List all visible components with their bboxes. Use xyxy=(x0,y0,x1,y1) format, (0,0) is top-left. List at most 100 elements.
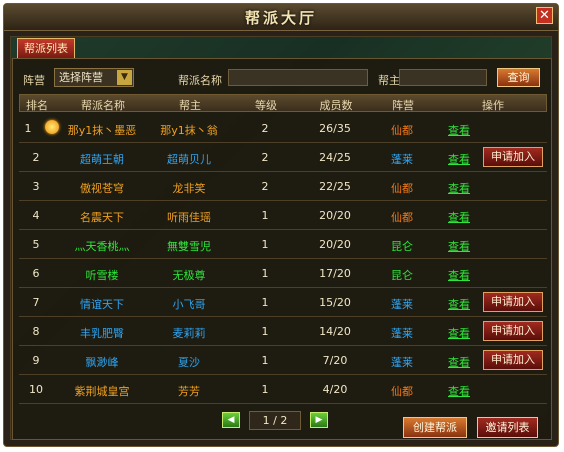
create-guild-button[interactable]: 创建帮派 xyxy=(403,417,467,438)
header-members: 成员数 xyxy=(319,99,353,112)
guild-name-cell: 丰乳肥臀 xyxy=(80,327,124,340)
apply-join-button[interactable]: 申请加入 xyxy=(483,350,543,370)
page-indicator: 1 / 2 xyxy=(249,411,301,430)
header-rank: 排名 xyxy=(26,99,48,112)
table-row: 5 灬天香桃灬 無雙雪児 1 20/20 昆仑 查看 xyxy=(19,230,547,259)
guild-name-cell: 听雪楼 xyxy=(85,269,119,282)
rank-cell: 9 xyxy=(32,354,40,367)
prev-page-button[interactable]: ◀ xyxy=(222,412,240,428)
table-row: 7 情谊天下 小飞哥 1 15/20 蓬莱 查看 申请加入 xyxy=(19,288,547,317)
rank-cell: 8 xyxy=(32,325,40,338)
next-page-button[interactable]: ▶ xyxy=(310,412,328,428)
table-header: 排名 帮派名称 帮主 等级 成员数 阵营 操作 xyxy=(19,94,547,112)
search-button[interactable]: 查询 xyxy=(497,68,540,87)
guild-name-cell: 傲视苍穹 xyxy=(80,182,124,195)
rank-cell: 10 xyxy=(29,383,43,396)
members-cell: 7/20 xyxy=(322,354,348,367)
level-cell: 1 xyxy=(261,354,269,367)
leader-filter-label: 帮主 xyxy=(378,74,400,87)
leader-cell: 那y1抹丶翁 xyxy=(160,124,218,137)
leader-cell: 芳芳 xyxy=(178,385,200,398)
members-cell: 20/20 xyxy=(319,238,351,251)
level-cell: 2 xyxy=(261,151,269,164)
guild-name-cell: 情谊天下 xyxy=(80,298,124,311)
table-row: 3 傲视苍穹 龙非笑 2 22/25 仙都 查看 xyxy=(19,172,547,201)
apply-join-button[interactable]: 申请加入 xyxy=(483,147,543,167)
members-cell: 17/20 xyxy=(319,267,351,280)
guild-name-cell: 紫荆城皇宫 xyxy=(74,385,130,398)
view-link[interactable]: 查看 xyxy=(439,180,479,196)
leader-cell: 超萌贝儿 xyxy=(167,153,211,166)
rank-cell: 4 xyxy=(32,209,40,222)
table-row: 10 紫荆城皇宫 芳芳 1 4/20 仙都 查看 xyxy=(19,375,547,404)
camp-filter-label: 阵营 xyxy=(23,74,45,87)
tab-guild-list[interactable]: 帮派列表 xyxy=(17,38,75,58)
members-cell: 22/25 xyxy=(319,180,351,193)
rank-cell: 6 xyxy=(32,267,40,280)
rank-cell: 3 xyxy=(32,180,40,193)
level-cell: 1 xyxy=(261,325,269,338)
view-link[interactable]: 查看 xyxy=(439,325,479,341)
camp-select-value: 选择阵营 xyxy=(59,71,103,84)
rank-cell: 2 xyxy=(32,151,40,164)
camp-cell: 昆仑 xyxy=(391,240,413,253)
view-link[interactable]: 查看 xyxy=(439,209,479,225)
members-cell: 20/20 xyxy=(319,209,351,222)
camp-cell: 仙都 xyxy=(391,182,413,195)
camp-cell: 仙都 xyxy=(391,385,413,398)
invite-list-button[interactable]: 邀请列表 xyxy=(477,417,538,438)
camp-cell: 仙都 xyxy=(391,211,413,224)
chevron-down-icon[interactable]: ▼ xyxy=(117,70,132,85)
level-cell: 1 xyxy=(261,296,269,309)
leader-cell: 無雙雪児 xyxy=(167,240,211,253)
camp-select[interactable]: 选择阵营 ▼ xyxy=(54,68,134,87)
rank-cell: 5 xyxy=(32,238,40,251)
filter-bar: 阵营 选择阵营 ▼ 帮派名称 帮主 查询 xyxy=(23,67,541,91)
camp-cell: 仙都 xyxy=(391,124,413,137)
close-button[interactable]: ✕ xyxy=(536,7,553,24)
camp-cell: 昆仑 xyxy=(391,269,413,282)
apply-join-button[interactable]: 申请加入 xyxy=(483,292,543,312)
level-cell: 1 xyxy=(261,267,269,280)
window-title: 帮派大厅 xyxy=(244,9,317,27)
leader-cell: 小飞哥 xyxy=(172,298,206,311)
table-row: 9 飘渺峰 夏沙 1 7/20 蓬莱 查看 申请加入 xyxy=(19,346,547,375)
header-guild-name: 帮派名称 xyxy=(81,99,125,112)
camp-cell: 蓬莱 xyxy=(391,356,413,369)
view-link[interactable]: 查看 xyxy=(439,151,479,167)
camp-cell: 蓬莱 xyxy=(391,327,413,340)
view-link[interactable]: 查看 xyxy=(439,296,479,312)
table-row: 8 丰乳肥臀 麦莉莉 1 14/20 蓬莱 查看 申请加入 xyxy=(19,317,547,346)
view-link[interactable]: 查看 xyxy=(439,354,479,370)
members-cell: 26/35 xyxy=(319,122,351,135)
guild-name-cell: 飘渺峰 xyxy=(85,356,119,369)
guild-name-cell: 超萌王朝 xyxy=(80,153,124,166)
title-bar[interactable]: 帮派大厅 ✕ xyxy=(4,4,558,31)
view-link[interactable]: 查看 xyxy=(439,383,479,399)
level-cell: 2 xyxy=(261,180,269,193)
rank-cell: 7 xyxy=(32,296,40,309)
members-cell: 4/20 xyxy=(322,383,348,396)
table-row: 4 名震天下 听雨佳瑶 1 20/20 仙都 查看 xyxy=(19,201,547,230)
view-link[interactable]: 查看 xyxy=(439,267,479,283)
leader-cell: 夏沙 xyxy=(178,356,200,369)
guild-name-cell: 灬天香桃灬 xyxy=(74,240,130,253)
view-link[interactable]: 查看 xyxy=(439,122,479,138)
leader-input[interactable] xyxy=(399,69,487,86)
table-row: 2 超萌王朝 超萌贝儿 2 24/25 蓬莱 查看 申请加入 xyxy=(19,143,547,172)
members-cell: 14/20 xyxy=(319,325,351,338)
table-row: 6 听雪楼 无极尊 1 17/20 昆仑 查看 xyxy=(19,259,547,288)
members-cell: 15/20 xyxy=(319,296,351,309)
members-cell: 24/25 xyxy=(319,151,351,164)
level-cell: 1 xyxy=(261,209,269,222)
camp-cell: 蓬莱 xyxy=(391,298,413,311)
header-actions: 操作 xyxy=(482,99,504,112)
apply-join-button[interactable]: 申请加入 xyxy=(483,321,543,341)
rank-cell: 1 xyxy=(24,122,32,135)
guild-name-filter-label: 帮派名称 xyxy=(178,74,222,87)
guild-name-cell: 名震天下 xyxy=(80,211,124,224)
leader-cell: 无极尊 xyxy=(172,269,206,282)
view-link[interactable]: 查看 xyxy=(439,238,479,254)
guild-name-input[interactable] xyxy=(228,69,368,86)
header-level: 等级 xyxy=(255,99,277,112)
